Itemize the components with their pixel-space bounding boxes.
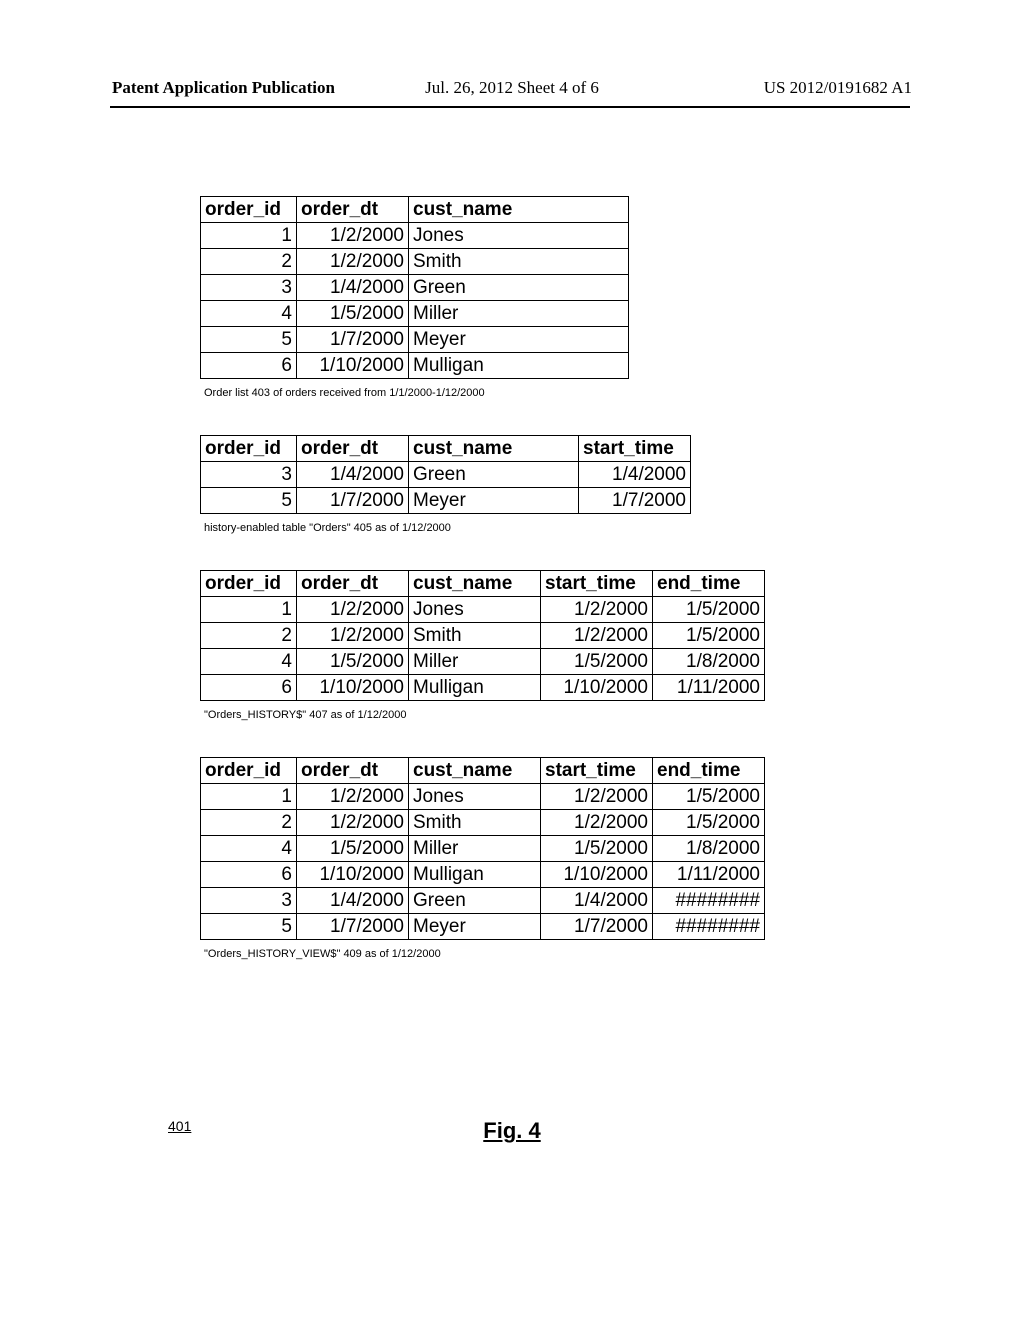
history-enabled-table: order_id order_dt cust_name start_time 3… xyxy=(200,435,691,514)
table-row: 21/2/2000Smith1/2/20001/5/2000 xyxy=(201,810,765,836)
table-row: 51/7/2000Meyer1/7/2000 xyxy=(201,488,691,514)
col-header-cust-name: cust_name xyxy=(409,758,541,784)
figure-content: order_id order_dt cust_name 11/2/2000Jon… xyxy=(200,196,820,996)
col-header-start-time: start_time xyxy=(541,571,653,597)
col-header-order-id: order_id xyxy=(201,571,297,597)
col-header-order-id: order_id xyxy=(201,758,297,784)
col-header-cust-name: cust_name xyxy=(409,197,629,223)
page: Patent Application Publication Jul. 26, … xyxy=(0,0,1024,1320)
col-header-end-time: end_time xyxy=(653,758,765,784)
table-row: 41/5/2000Miller1/5/20001/8/2000 xyxy=(201,649,765,675)
col-header-cust-name: cust_name xyxy=(409,571,541,597)
table-header-row: order_id order_dt cust_name start_time e… xyxy=(201,758,765,784)
table-row: 31/4/2000Green xyxy=(201,275,629,301)
table-row: 11/2/2000Jones1/2/20001/5/2000 xyxy=(201,597,765,623)
table-row: 61/10/2000Mulligan1/10/20001/11/2000 xyxy=(201,675,765,701)
orders-history-table: order_id order_dt cust_name start_time e… xyxy=(200,570,765,701)
table-header-row: order_id order_dt cust_name start_time xyxy=(201,436,691,462)
col-header-order-id: order_id xyxy=(201,197,297,223)
table-header-row: order_id order_dt cust_name start_time e… xyxy=(201,571,765,597)
table-row: 61/10/2000Mulligan1/10/20001/11/2000 xyxy=(201,862,765,888)
col-header-start-time: start_time xyxy=(541,758,653,784)
orders-list-caption: Order list 403 of orders received from 1… xyxy=(204,387,820,399)
history-enabled-caption: history-enabled table "Orders" 405 as of… xyxy=(204,522,820,534)
table-row: 11/2/2000Jones xyxy=(201,223,629,249)
col-header-order-id: order_id xyxy=(201,436,297,462)
orders-history-view-caption: "Orders_HISTORY_VIEW$" 409 as of 1/12/20… xyxy=(204,948,820,960)
table-row: 51/7/2000Meyer1/7/2000######## xyxy=(201,914,765,940)
col-header-order-dt: order_dt xyxy=(297,436,409,462)
col-header-start-time: start_time xyxy=(579,436,691,462)
figure-title: Fig. 4 xyxy=(0,1118,1024,1144)
table-row: 61/10/2000Mulligan xyxy=(201,353,629,379)
header-center: Jul. 26, 2012 Sheet 4 of 6 xyxy=(0,78,1024,98)
orders-history-view-table: order_id order_dt cust_name start_time e… xyxy=(200,757,765,940)
table-row: 11/2/2000Jones1/2/20001/5/2000 xyxy=(201,784,765,810)
table-row: 51/7/2000Meyer xyxy=(201,327,629,353)
table-row: 21/2/2000Smith1/2/20001/5/2000 xyxy=(201,623,765,649)
col-header-order-dt: order_dt xyxy=(297,571,409,597)
table-header-row: order_id order_dt cust_name xyxy=(201,197,629,223)
table-row: 21/2/2000Smith xyxy=(201,249,629,275)
col-header-order-dt: order_dt xyxy=(297,758,409,784)
orders-list-table: order_id order_dt cust_name 11/2/2000Jon… xyxy=(200,196,629,379)
table-row: 31/4/2000Green1/4/2000######## xyxy=(201,888,765,914)
table-row: 31/4/2000Green1/4/2000 xyxy=(201,462,691,488)
col-header-order-dt: order_dt xyxy=(297,197,409,223)
table-row: 41/5/2000Miller1/5/20001/8/2000 xyxy=(201,836,765,862)
page-header: Patent Application Publication Jul. 26, … xyxy=(0,78,1024,98)
table-row: 41/5/2000Miller xyxy=(201,301,629,327)
orders-history-caption: "Orders_HISTORY$" 407 as of 1/12/2000 xyxy=(204,709,820,721)
header-rule xyxy=(110,106,910,108)
col-header-cust-name: cust_name xyxy=(409,436,579,462)
col-header-end-time: end_time xyxy=(653,571,765,597)
